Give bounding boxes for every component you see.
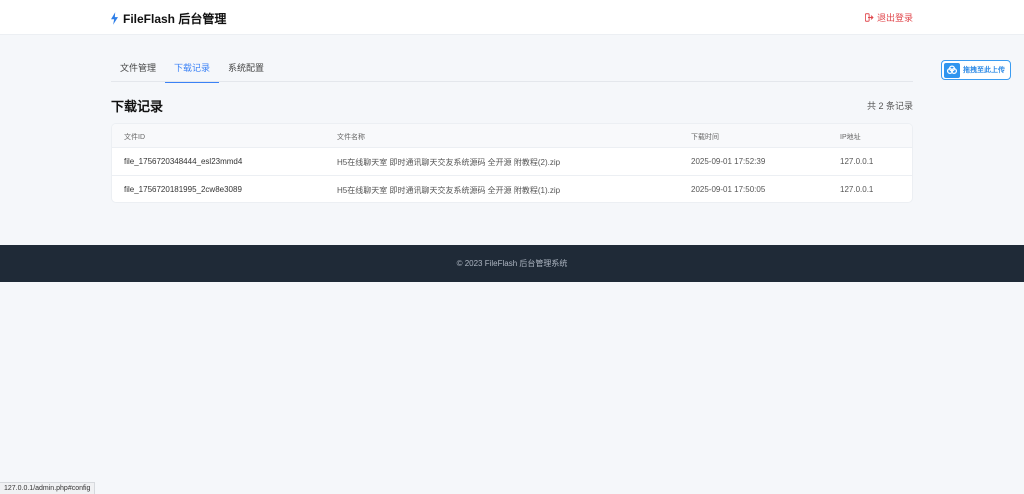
table-row: file_1756720181995_2cw8e3089 H5在线聊天室 即时通… [112, 176, 912, 202]
cell-ip: 127.0.0.1 [840, 157, 874, 166]
download-records-table: 文件ID 文件名称 下载时间 IP地址 file_1756720348444_e… [111, 123, 913, 203]
cell-file-name: H5在线聊天室 即时通讯聊天交友系统源码 全开源 附教程(1).zip [337, 186, 561, 195]
logout-button[interactable]: 退出登录 [864, 11, 913, 24]
cloud-icon [944, 62, 960, 78]
column-header-ip: IP地址 [840, 134, 861, 141]
browser-status-url: 127.0.0.1/admin.php#config [0, 482, 96, 494]
lightning-icon [111, 12, 118, 25]
tab-download-records[interactable]: 下载记录 [165, 52, 220, 83]
logout-label: 退出登录 [876, 13, 913, 23]
drag-upload-label: 拖拽至此上传 [963, 67, 1005, 74]
cell-download-time: 2025-09-01 17:52:39 [691, 157, 766, 166]
footer-copyright: © 2023 FileFlash 后台管理系统 [456, 259, 568, 268]
brand[interactable]: FileFlash 后台管理 [111, 10, 226, 27]
page-footer: © 2023 FileFlash 后台管理系统 [0, 245, 1024, 282]
sign-out-icon [864, 13, 874, 22]
tab-system-config[interactable]: 系统配置 [219, 52, 273, 82]
table-row: file_1756720348444_esl23mmd4 H5在线聊天室 即时通… [112, 148, 912, 176]
cell-download-time: 2025-09-01 17:50:05 [691, 185, 766, 194]
cell-file-id: file_1756720181995_2cw8e3089 [124, 185, 242, 194]
column-header-download-time: 下载时间 [691, 134, 719, 141]
cell-file-name: H5在线聊天室 即时通讯聊天交友系统源码 全开源 附教程(2).zip [337, 158, 561, 167]
tab-bar: 文件管理 下载记录 系统配置 [111, 52, 913, 83]
drag-upload-button[interactable]: 拖拽至此上传 [941, 60, 1011, 80]
record-count: 共 2 条记录 [866, 101, 913, 111]
column-header-file-id: 文件ID [124, 134, 145, 141]
table-header: 文件ID 文件名称 下载时间 IP地址 [112, 124, 912, 148]
column-header-file-name: 文件名称 [337, 134, 365, 141]
cell-ip: 127.0.0.1 [840, 185, 874, 194]
tab-file-management[interactable]: 文件管理 [111, 52, 165, 82]
page-title: 下载记录 [111, 99, 164, 114]
top-header: FileFlash 后台管理 退出登录 [0, 0, 1024, 35]
brand-title: FileFlash 后台管理 [123, 12, 227, 26]
cell-file-id: file_1756720348444_esl23mmd4 [124, 157, 243, 166]
